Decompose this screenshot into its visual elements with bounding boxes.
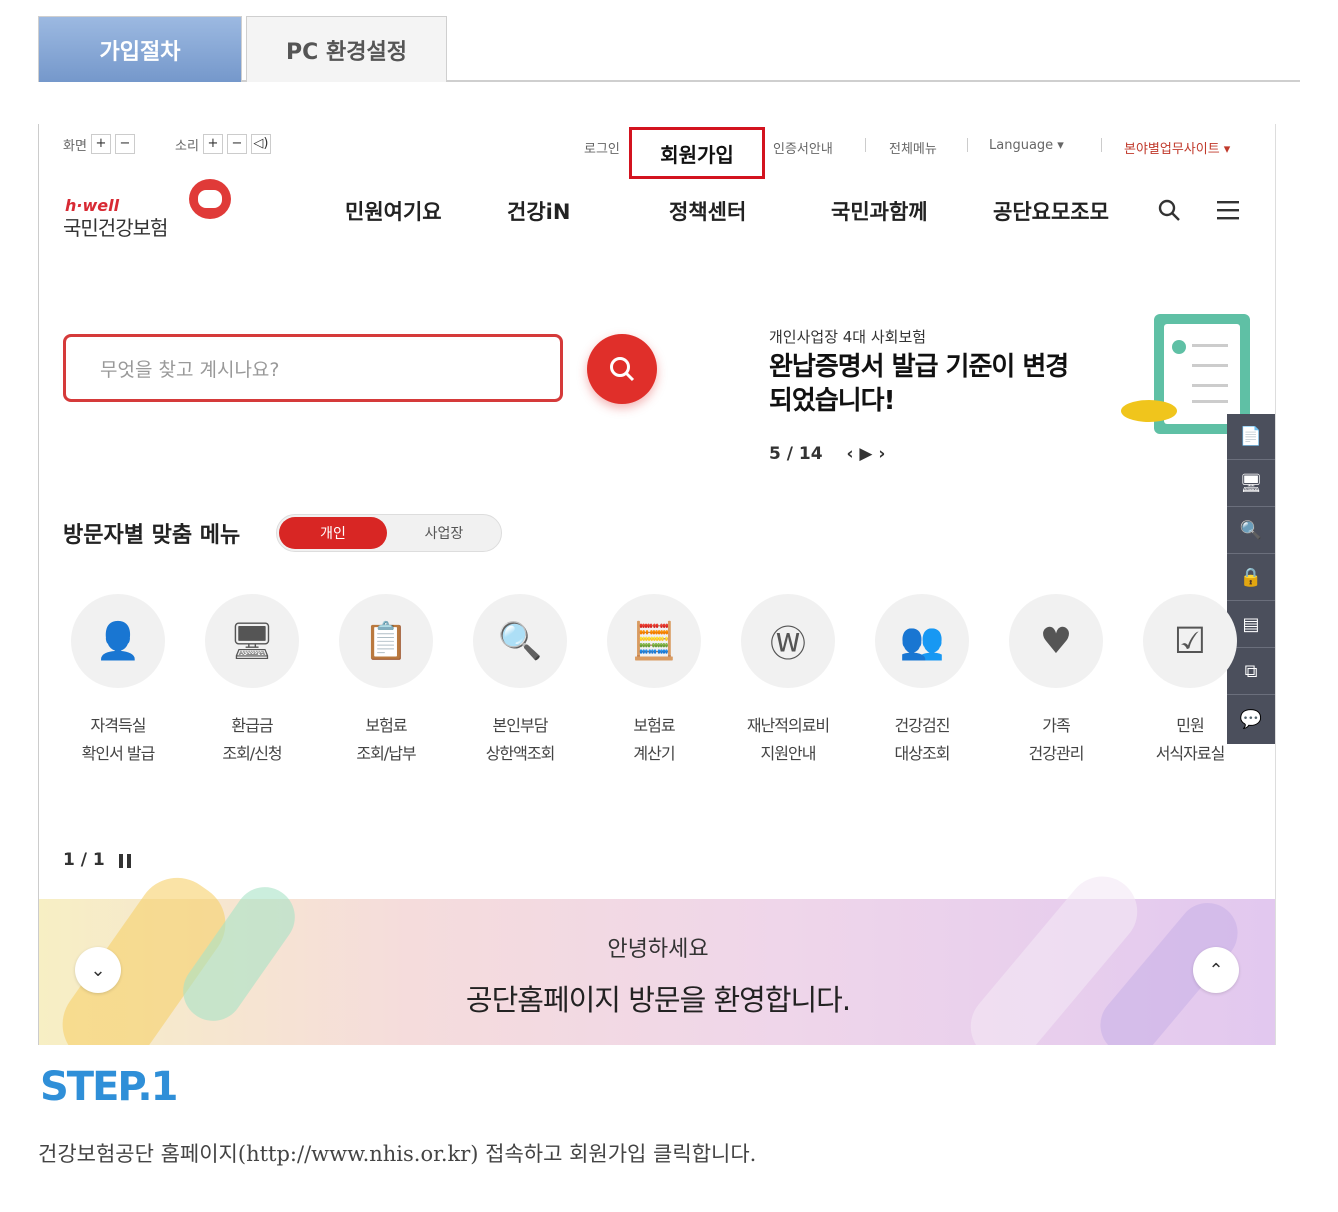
person-doc-icon: 👤 xyxy=(71,594,165,688)
sound-label: 소리 xyxy=(175,138,199,154)
divider xyxy=(967,138,968,152)
search-input[interactable]: 무엇을 찾고 계시나요? xyxy=(63,334,563,402)
speaker-icon[interactable]: ◁) xyxy=(250,134,271,154)
search-icon[interactable] xyxy=(1157,198,1181,222)
monitor-icon: 🖥 xyxy=(205,594,299,688)
screen-zoom-out-button[interactable]: − xyxy=(114,134,135,154)
login-link[interactable]: 로그인 xyxy=(584,138,620,157)
logo-text[interactable]: 국민건강보험 xyxy=(63,212,168,241)
visitor-menu-title: 방문자별 맞춤 메뉴 xyxy=(63,523,241,548)
monitor-icon[interactable]: 🖥 xyxy=(1227,461,1275,507)
banner-nav-controls[interactable]: ‹ ▶ › xyxy=(846,444,885,464)
gnb-with-people[interactable]: 국민과함께 xyxy=(831,196,928,226)
menu-page-indicator: 1 / 1 xyxy=(63,850,105,870)
step-description: 건강보험공단 홈페이지(http://www.nhis.or.kr) 접속하고 … xyxy=(38,1142,757,1166)
won-chart-icon: Ⓦ xyxy=(741,594,835,688)
magnifier-doc-icon: 🔍 xyxy=(473,594,567,688)
step-title: STEP.1 xyxy=(40,1064,178,1110)
gnb-agency-info[interactable]: 공단요모조모 xyxy=(993,196,1109,226)
bill-icon: 📋 xyxy=(339,594,433,688)
tab-signup-procedure[interactable]: 가입절차 xyxy=(38,16,242,82)
tab-bar: 가입절차 PC 환경설정 xyxy=(38,16,1300,82)
welcome-banner: 안녕하세요 공단홈페이지 방문을 환영합니다. ⌄ ⌃ xyxy=(39,862,1275,1045)
calculator-icon: 🧮 xyxy=(607,594,701,688)
volume-down-button[interactable]: − xyxy=(226,134,247,154)
tab-pc-settings[interactable]: PC 환경설정 xyxy=(246,16,447,82)
all-menu-link[interactable]: 전체메뉴 xyxy=(889,138,937,157)
chevron-down-icon[interactable]: ⌄ xyxy=(75,947,121,993)
checklist-icon: ☑ xyxy=(1143,594,1237,688)
search-icon xyxy=(610,357,635,382)
volume-up-button[interactable]: + xyxy=(202,134,223,154)
document-icon[interactable]: 📄 xyxy=(1227,414,1275,460)
website-screenshot: 화면 + − 소리 + − ◁) 로그인 회원가입 인증서안내 전체메뉴 Lan… xyxy=(38,124,1276,1045)
certificate-guide-link[interactable]: 인증서안내 xyxy=(773,138,833,157)
coin-illustration xyxy=(1121,400,1177,422)
divider xyxy=(865,138,866,152)
join-member-link-highlighted[interactable]: 회원가입 xyxy=(629,127,765,179)
chevron-up-icon[interactable]: ⌃ xyxy=(1193,947,1239,993)
screen-zoom-in-button[interactable]: + xyxy=(90,134,111,154)
screen-zoom-control: 화면 + − xyxy=(63,134,135,154)
family-heart-icon: ♥ xyxy=(1009,594,1103,688)
language-select[interactable]: Language ▾ xyxy=(989,138,1064,153)
toggle-business[interactable]: 사업장 xyxy=(389,517,499,549)
screen-label: 화면 xyxy=(63,138,87,154)
toggle-personal[interactable]: 개인 xyxy=(279,517,387,549)
gnb-policy-center[interactable]: 정책센터 xyxy=(669,196,746,226)
pause-icon[interactable] xyxy=(119,854,131,868)
sound-control: 소리 + − ◁) xyxy=(175,134,271,154)
banner-subtitle: 개인사업장 4대 사회보험 xyxy=(769,328,927,346)
lock-icon[interactable]: 🔒 xyxy=(1227,555,1275,601)
search-doc-icon[interactable]: 🔍 xyxy=(1227,508,1275,554)
search-button[interactable] xyxy=(587,334,657,404)
visitor-type-toggle: 개인 사업장 xyxy=(276,514,502,552)
business-site-select[interactable]: 본야별업무사이트 ▾ xyxy=(1124,138,1230,157)
quick-menu: 📄 🖥 🔍 🔒 ▤ ⧉ 💬 xyxy=(1227,414,1275,744)
logo-mascot-icon xyxy=(189,179,231,219)
welcome-text: 공단홈페이지 방문을 환영합니다. xyxy=(465,983,851,1017)
divider xyxy=(1101,138,1102,152)
hello-text: 안녕하세요 xyxy=(607,937,709,962)
banner-pager: 5 / 14 ‹ ▶ › xyxy=(769,444,885,464)
check-icon xyxy=(1172,340,1186,354)
banner-page-count: 5 / 14 xyxy=(769,444,823,464)
hamburger-menu-icon[interactable] xyxy=(1217,200,1239,220)
gnb-civil-service[interactable]: 민원여기요 xyxy=(345,196,442,226)
banner-title[interactable]: 완납증명서 발급 기준이 변경되었습니다! xyxy=(769,350,1089,418)
gnb-health-in[interactable]: 건강iN xyxy=(507,196,570,226)
people-icon: 👥 xyxy=(875,594,969,688)
